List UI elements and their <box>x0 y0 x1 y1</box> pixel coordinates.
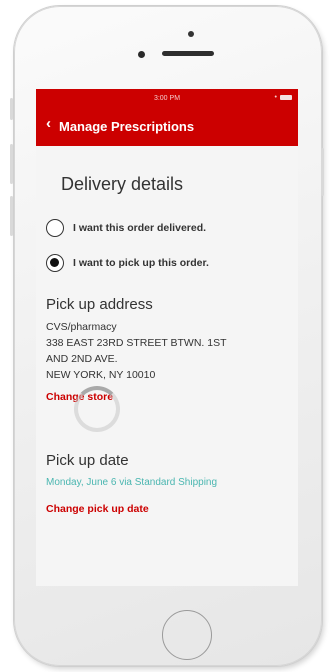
power-button <box>321 148 324 196</box>
app-screen: 3:00 PM • ‹ Manage Prescriptions Deliver… <box>36 89 298 586</box>
status-indicators: • <box>275 94 292 101</box>
radio-pickup[interactable] <box>46 254 64 272</box>
option-pickup[interactable]: I want to pick up this order. <box>46 254 286 276</box>
pickup-address-title: Pick up address <box>46 296 153 313</box>
earpiece-speaker <box>162 51 214 56</box>
signal-icon: • <box>274 94 277 101</box>
page-title: Delivery details <box>61 174 184 194</box>
address-line: NEW YORK, NY 10010 <box>46 369 156 381</box>
volume-up-button <box>10 144 13 184</box>
address-line: CVS/pharmacy <box>46 321 117 333</box>
pickup-address: CVS/pharmacy 338 EAST 23RD STREET BTWN. … <box>46 319 227 383</box>
radio-delivered[interactable] <box>46 219 64 237</box>
address-line: 338 EAST 23RD STREET BTWN. 1ST <box>46 337 227 349</box>
address-line: AND 2ND AVE. <box>46 353 118 365</box>
option-pickup-label: I want to pick up this order. <box>73 257 209 269</box>
pickup-date-title: Pick up date <box>46 452 129 469</box>
nav-bar: 3:00 PM • ‹ Manage Prescriptions <box>36 89 298 146</box>
change-pickup-date-link[interactable]: Change pick up date <box>46 503 149 515</box>
home-button[interactable] <box>162 610 212 660</box>
nav-title[interactable]: Manage Prescriptions <box>59 119 194 134</box>
pickup-date-text: Monday, June 6 via Standard Shipping <box>46 477 218 488</box>
option-delivered[interactable]: I want this order delivered. <box>46 219 286 241</box>
side-button <box>10 98 13 120</box>
volume-down-button <box>10 196 13 236</box>
sensor-dot <box>188 31 194 37</box>
battery-icon <box>280 94 292 100</box>
loading-spinner-icon <box>74 386 120 432</box>
camera-icon <box>138 51 145 58</box>
status-time: 3:00 PM <box>153 95 181 102</box>
option-delivered-label: I want this order delivered. <box>73 222 207 234</box>
chevron-left-icon[interactable]: ‹ <box>46 116 51 131</box>
